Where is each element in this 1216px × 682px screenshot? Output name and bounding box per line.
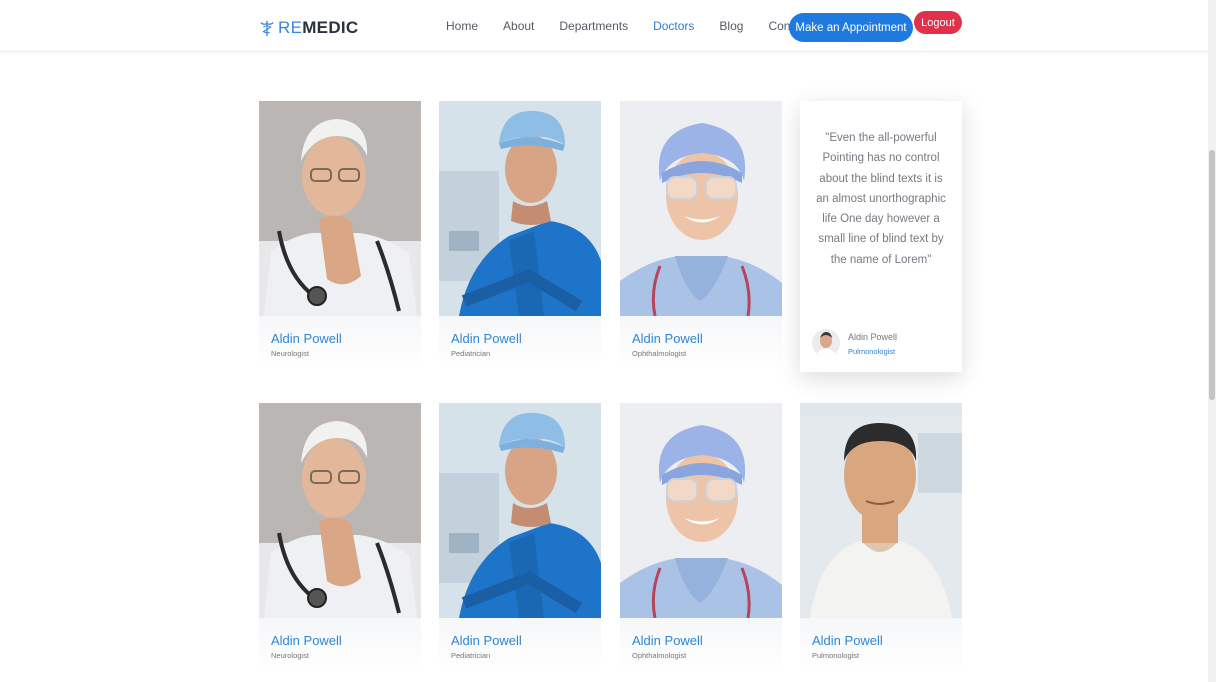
doctor-name[interactable]: Aldin Powell — [451, 331, 522, 346]
doctor-specialty: Pediatrician — [451, 349, 491, 358]
site-header: RE MEDIC Home About Departments Doctors B… — [0, 0, 1216, 52]
doctor-specialty: Ophthalmologist — [632, 349, 687, 358]
brand-name-part1: RE — [278, 18, 303, 37]
avatar — [812, 329, 840, 357]
surgeon-photo — [439, 101, 601, 316]
doctor-card[interactable]: Aldin Powell Ophthalmologist — [620, 403, 782, 674]
logout-button[interactable]: Logout — [914, 11, 962, 34]
doctor-specialty: Pulmonologist — [812, 651, 860, 660]
doctor-card[interactable]: Aldin Powell Pediatrician — [439, 403, 601, 674]
doctor-card[interactable]: Aldin Powell Ophthalmologist — [620, 101, 782, 372]
doctor-card[interactable]: Aldin Powell Pediatrician — [439, 101, 601, 372]
doctor-name[interactable]: Aldin Powell — [632, 633, 703, 648]
doctor-name[interactable]: Aldin Powell — [451, 633, 522, 648]
testimonial-quote: "Even the all-powerful Pointing has no c… — [816, 132, 946, 266]
doctor-name[interactable]: Aldin Powell — [632, 331, 703, 346]
doctor-specialty: Neurologist — [271, 349, 309, 358]
main-nav: Home About Departments Doctors Blog Cont… — [446, 19, 835, 33]
doctor-card[interactable]: Aldin Powell Neurologist — [259, 101, 421, 372]
elderly-doctor-photo — [259, 101, 421, 316]
surgeon-photo — [439, 403, 601, 618]
doctor-name[interactable]: Aldin Powell — [271, 331, 342, 346]
testimonial-card: "Even the all-powerful Pointing has no c… — [800, 101, 962, 372]
doctor-name[interactable]: Aldin Powell — [271, 633, 342, 648]
brand-logo[interactable]: RE MEDIC — [258, 18, 359, 38]
caduceus-icon — [260, 20, 274, 37]
nurse-photo — [620, 403, 782, 618]
nurse-photo — [620, 101, 782, 316]
scrollbar-thumb[interactable] — [1209, 150, 1215, 400]
testimonial-author: Aldin Powell — [848, 332, 898, 342]
page-scrollbar[interactable] — [1208, 0, 1216, 682]
brand-name-part2: MEDIC — [302, 18, 359, 37]
doctor-specialty: Neurologist — [271, 651, 309, 660]
nav-item-home[interactable]: Home — [446, 19, 478, 33]
nav-item-blog[interactable]: Blog — [719, 19, 743, 33]
doctor-card[interactable]: Aldin Powell Pulmonologist — [800, 403, 962, 674]
testimonial-specialty: Pulmonologist — [848, 347, 896, 356]
young-doctor-photo — [800, 403, 962, 618]
doctor-specialty: Pediatrician — [451, 651, 491, 660]
doctor-card[interactable]: Aldin Powell Neurologist — [259, 403, 421, 674]
nav-item-about[interactable]: About — [503, 19, 534, 33]
doctor-name[interactable]: Aldin Powell — [812, 633, 883, 648]
doctor-specialty: Ophthalmologist — [632, 651, 687, 660]
nav-item-doctors[interactable]: Doctors — [653, 19, 694, 33]
elderly-doctor-photo — [259, 403, 421, 618]
nav-item-departments[interactable]: Departments — [559, 19, 628, 33]
make-appointment-button[interactable]: Make an Appointment — [789, 13, 913, 42]
